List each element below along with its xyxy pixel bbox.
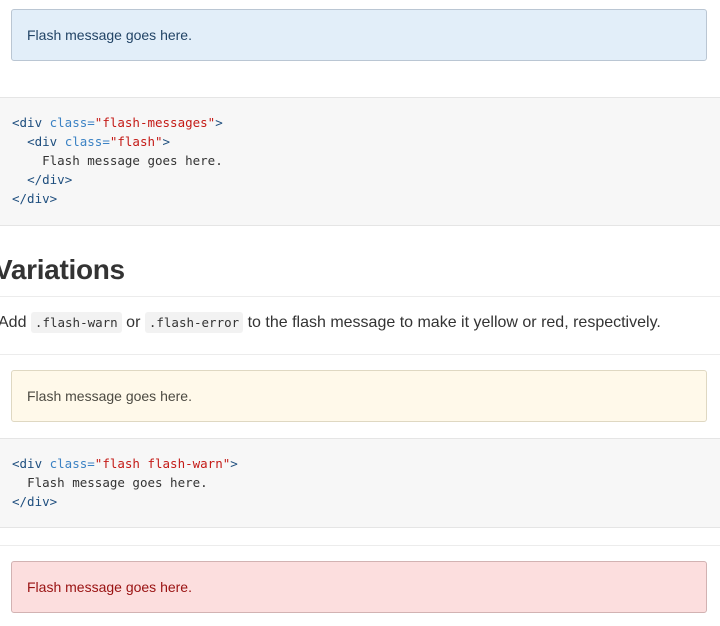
code-token: </div> [12, 191, 58, 206]
code-token: <div [27, 134, 58, 149]
code-token: > [215, 115, 223, 130]
code-token: <div [12, 456, 43, 471]
code-token: Flash message goes here. [42, 153, 223, 168]
variations-heading: Variations [0, 254, 125, 285]
code-token: > [162, 134, 171, 149]
code-example-flash: <div class="flash-messages"> <div class=… [0, 97, 720, 226]
flash-error-example: Flash message goes here. [11, 561, 707, 613]
code-example-flash-warn: <div class="flash flash-warn"> Flash mes… [0, 438, 720, 528]
divider [0, 545, 720, 546]
inline-code-flash-warn: .flash-warn [30, 312, 122, 333]
flash-warn-text: Flash message goes here. [27, 388, 192, 404]
code-token: > [230, 456, 238, 471]
code-token: "flash flash-warn" [94, 456, 231, 471]
flash-info-example: Flash message goes here. [11, 9, 707, 61]
code-token: <div [12, 115, 43, 130]
flash-warn-example: Flash message goes here. [11, 370, 707, 422]
code-token: class= [42, 115, 95, 130]
flash-error-text: Flash message goes here. [27, 579, 192, 595]
code-token: </div> [12, 494, 58, 509]
divider [0, 354, 720, 355]
desc-text: or [121, 314, 145, 331]
desc-text: to the flash message to make it yellow o… [243, 314, 661, 331]
code-token: "flash" [109, 134, 163, 149]
variations-description: Add .flash-warn or .flash-error to the f… [0, 312, 661, 333]
code-token: "flash-messages" [94, 115, 216, 130]
code-token: class= [42, 456, 95, 471]
code-token: class= [57, 134, 110, 149]
divider [0, 296, 720, 297]
code-token: </div> [27, 172, 73, 187]
code-token: Flash message goes here. [27, 475, 208, 490]
desc-text: Add [0, 314, 31, 331]
flash-info-text: Flash message goes here. [27, 27, 192, 43]
inline-code-flash-error: .flash-error [144, 312, 244, 333]
